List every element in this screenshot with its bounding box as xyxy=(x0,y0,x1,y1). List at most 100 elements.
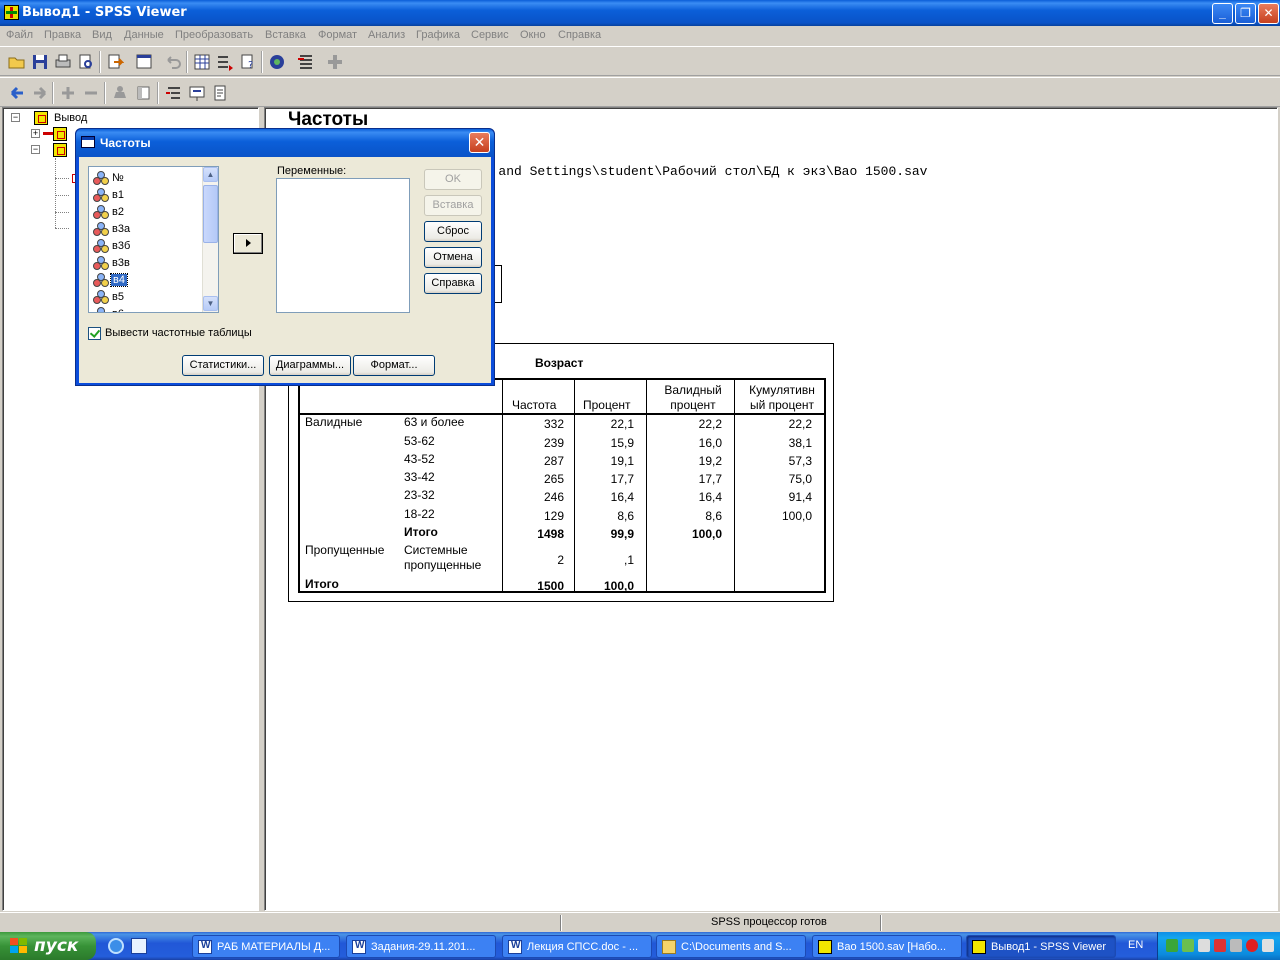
system-tray xyxy=(1157,932,1280,960)
scroll-down-icon[interactable]: ▼ xyxy=(203,296,218,311)
tray-display-icon[interactable] xyxy=(1262,939,1274,952)
row-freq: 246 xyxy=(543,490,564,504)
menu-format[interactable]: Формат xyxy=(318,29,357,41)
insert-text-icon[interactable] xyxy=(211,84,229,102)
tray-device-icon[interactable] xyxy=(1198,939,1210,952)
reset-button[interactable]: Сброс xyxy=(424,221,482,242)
tree-collapse-toggle[interactable]: − xyxy=(11,113,20,122)
internet-explorer-icon[interactable] xyxy=(108,938,124,954)
export-icon[interactable] xyxy=(106,53,125,71)
dialog-title-bar[interactable]: Частоты ✕ xyxy=(76,129,494,157)
window-title: Вывод1 - SPSS Viewer xyxy=(22,5,187,20)
goto-data-icon[interactable] xyxy=(193,53,211,71)
taskbar-item[interactable]: C:\Documents and S... xyxy=(656,935,806,958)
help-button[interactable]: Справка xyxy=(424,273,482,294)
row-cum: 75,0 xyxy=(788,472,812,486)
target-variable-list[interactable] xyxy=(276,178,410,313)
hide-icon[interactable] xyxy=(134,84,152,102)
tree-collapse-toggle-2[interactable]: − xyxy=(31,145,40,154)
designate-window-icon[interactable] xyxy=(297,53,315,71)
close-button[interactable]: ✕ xyxy=(1258,3,1279,24)
menu-analyze[interactable]: Анализ xyxy=(368,29,405,41)
menu-utilities[interactable]: Сервис xyxy=(471,29,509,41)
row-percent: 15,9 xyxy=(610,436,634,450)
taskbar-item[interactable]: РАБ МАТЕРИАЛЫ Д... xyxy=(192,935,340,958)
col-header-valid-percent-1: Валидный xyxy=(664,383,722,397)
svg-text:?: ? xyxy=(248,60,253,71)
variables-icon[interactable]: ? xyxy=(239,53,257,71)
row-cum: 57,3 xyxy=(788,454,812,468)
menu-insert[interactable]: Вставка xyxy=(265,29,306,41)
save-icon[interactable] xyxy=(31,53,49,71)
open-folder-icon[interactable] xyxy=(8,53,26,71)
pivot-icon[interactable] xyxy=(268,53,286,71)
source-variable-list[interactable]: № в1 в2 в3а в3б в3в в4 в5 в6 ▲ ▼ xyxy=(88,166,219,313)
taskbar-item-active[interactable]: Вывод1 - SPSS Viewer xyxy=(966,935,1116,958)
promote-arrow-left-icon[interactable] xyxy=(8,84,26,102)
menu-view[interactable]: Вид xyxy=(92,29,112,41)
windows-logo-icon xyxy=(10,938,28,954)
tray-opera-icon[interactable] xyxy=(1246,939,1258,952)
menu-file[interactable]: Файл xyxy=(6,29,33,41)
row-label: 53-62 xyxy=(404,434,435,448)
print-icon[interactable] xyxy=(54,53,72,71)
plus-disabled-icon[interactable] xyxy=(326,53,344,71)
menu-window[interactable]: Окно xyxy=(520,29,546,41)
row-valid: 16,4 xyxy=(698,490,722,504)
quicklaunch-icon[interactable] xyxy=(131,938,147,954)
statistics-button[interactable]: Статистики... xyxy=(182,355,264,376)
minimize-button[interactable]: _ xyxy=(1212,3,1233,24)
insert-title-icon[interactable] xyxy=(188,84,206,102)
paste-button[interactable]: Вставка xyxy=(424,195,482,216)
expand-plus-icon[interactable] xyxy=(59,84,77,102)
maximize-button[interactable]: ❐ xyxy=(1235,3,1256,24)
ok-button[interactable]: OK xyxy=(424,169,482,190)
taskbar-item[interactable]: Вао 1500.sav [Набо... xyxy=(812,935,962,958)
insert-heading-icon[interactable] xyxy=(165,84,183,102)
print-preview-icon[interactable] xyxy=(77,53,95,71)
display-frequency-tables-label[interactable]: Вывести частотные таблицы xyxy=(105,327,252,339)
display-frequency-tables-checkbox[interactable] xyxy=(88,327,101,340)
demote-arrow-right-icon[interactable] xyxy=(31,84,49,102)
taskbar-item[interactable]: Лекция СПСС.doc - ... xyxy=(502,935,652,958)
menu-edit[interactable]: Правка xyxy=(44,29,81,41)
show-icon[interactable] xyxy=(111,84,129,102)
variable-list-scrollbar[interactable]: ▲ ▼ xyxy=(202,167,218,312)
tray-network-icon[interactable] xyxy=(1182,939,1194,952)
dialog-body: № в1 в2 в3а в3б в3в в4 в5 в6 ▲ ▼ Перемен… xyxy=(79,157,491,383)
tree-root-label[interactable]: Вывод xyxy=(54,112,87,124)
taskbar-item[interactable]: Задания-29.11.201... xyxy=(346,935,496,958)
menu-data[interactable]: Данные xyxy=(124,29,164,41)
move-variable-arrow-button[interactable] xyxy=(233,233,263,254)
scale-variable-icon xyxy=(93,239,110,254)
tree-expand-toggle[interactable]: + xyxy=(31,129,40,138)
goto-case-icon[interactable] xyxy=(216,53,234,71)
menu-help[interactable]: Справка xyxy=(558,29,601,41)
cancel-button[interactable]: Отмена xyxy=(424,247,482,268)
group-label-missing: Пропущенные xyxy=(305,543,385,557)
dialog-recall-icon[interactable] xyxy=(135,53,153,71)
format-button[interactable]: Формат... xyxy=(353,355,435,376)
log-book-icon xyxy=(53,127,67,141)
start-button[interactable]: пуск xyxy=(0,932,96,960)
language-indicator[interactable]: EN xyxy=(1128,939,1143,951)
row-label: 23-32 xyxy=(404,488,435,502)
menu-transform[interactable]: Преобразовать xyxy=(175,29,253,41)
windows-taskbar: пуск РАБ МАТЕРИАЛЫ Д... Задания-29.11.20… xyxy=(0,932,1280,960)
collapse-minus-icon[interactable] xyxy=(82,84,100,102)
tray-antivirus-icon[interactable] xyxy=(1214,939,1226,952)
output-book-icon xyxy=(34,111,48,125)
window-title-bar: Вывод1 - SPSS Viewer _ ❐ ✕ xyxy=(0,0,1280,26)
undo-icon[interactable] xyxy=(164,53,182,71)
row-label: 33-42 xyxy=(404,470,435,484)
menu-graphs[interactable]: Графика xyxy=(416,29,460,41)
dialog-close-button[interactable]: ✕ xyxy=(469,132,490,153)
charts-button[interactable]: Диаграммы... xyxy=(269,355,351,376)
tray-volume-icon[interactable] xyxy=(1230,939,1242,952)
scroll-thumb[interactable] xyxy=(203,185,218,243)
valid-total-label: Итого xyxy=(404,525,438,539)
tray-app-icon[interactable] xyxy=(1166,939,1178,952)
row-valid: 8,6 xyxy=(705,509,722,523)
frequency-table[interactable]: Частота Процент Валидный процент Кумулят… xyxy=(298,378,826,593)
scroll-up-icon[interactable]: ▲ xyxy=(203,167,218,182)
